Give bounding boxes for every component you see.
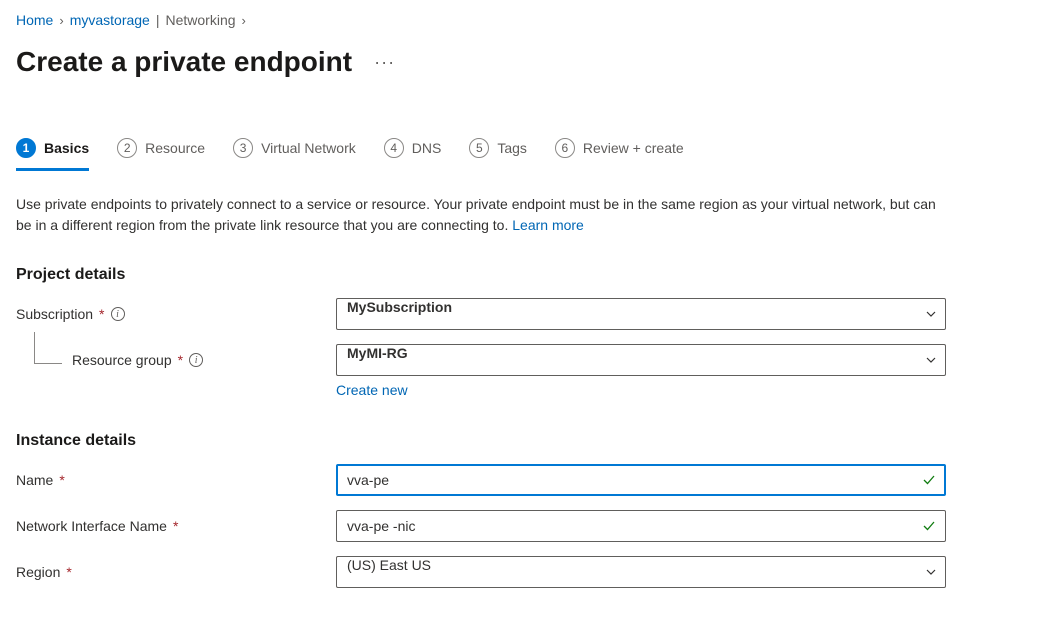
breadcrumb-resource[interactable]: myvastorage <box>70 12 150 28</box>
tab-step-number: 3 <box>233 138 253 158</box>
breadcrumb-separator-pipe: | <box>156 12 160 28</box>
name-label: Name * <box>16 472 336 488</box>
info-icon[interactable]: i <box>111 307 125 321</box>
required-indicator: * <box>66 564 71 580</box>
instance-details-heading: Instance details <box>16 432 1021 450</box>
name-input[interactable] <box>336 464 946 496</box>
breadcrumb-section: Networking <box>166 12 236 28</box>
project-details-heading: Project details <box>16 266 1021 284</box>
info-icon[interactable]: i <box>189 353 203 367</box>
subscription-select[interactable]: MySubscription <box>336 298 946 330</box>
tab-basics[interactable]: 1 Basics <box>16 138 89 171</box>
create-new-resource-group-link[interactable]: Create new <box>336 382 408 398</box>
resource-group-select[interactable]: MyMI-RG <box>336 344 946 376</box>
required-indicator: * <box>173 518 178 534</box>
breadcrumb-home[interactable]: Home <box>16 12 53 28</box>
tab-step-number: 6 <box>555 138 575 158</box>
tab-step-number: 1 <box>16 138 36 158</box>
breadcrumb: Home › myvastorage | Networking › <box>16 12 1021 28</box>
tree-connector-icon <box>34 332 62 364</box>
required-indicator: * <box>99 306 104 322</box>
tab-dns[interactable]: 4 DNS <box>384 138 442 171</box>
intro-text: Use private endpoints to privately conne… <box>16 194 936 236</box>
tab-resource[interactable]: 2 Resource <box>117 138 205 171</box>
tab-virtual-network[interactable]: 3 Virtual Network <box>233 138 356 171</box>
chevron-right-icon: › <box>242 13 246 28</box>
required-indicator: * <box>178 352 183 368</box>
region-select[interactable]: (US) East US <box>336 556 946 588</box>
tab-label: Review + create <box>583 140 684 156</box>
resource-group-label: Resource group * i <box>16 352 336 368</box>
tab-step-number: 5 <box>469 138 489 158</box>
required-indicator: * <box>59 472 64 488</box>
page-title: Create a private endpoint <box>16 46 352 78</box>
nic-name-input[interactable] <box>336 510 946 542</box>
subscription-label: Subscription * i <box>16 306 336 322</box>
intro-body: Use private endpoints to privately conne… <box>16 196 936 233</box>
region-label: Region * <box>16 564 336 580</box>
wizard-tabs: 1 Basics 2 Resource 3 Virtual Network 4 … <box>16 138 1021 172</box>
learn-more-link[interactable]: Learn more <box>512 217 584 233</box>
tab-tags[interactable]: 5 Tags <box>469 138 527 171</box>
nic-name-label: Network Interface Name * <box>16 518 336 534</box>
tab-label: Basics <box>44 140 89 156</box>
chevron-right-icon: › <box>59 13 63 28</box>
tab-label: Resource <box>145 140 205 156</box>
tab-label: Virtual Network <box>261 140 356 156</box>
tab-review-create[interactable]: 6 Review + create <box>555 138 684 171</box>
tab-label: DNS <box>412 140 442 156</box>
tab-step-number: 4 <box>384 138 404 158</box>
tab-label: Tags <box>497 140 527 156</box>
tab-step-number: 2 <box>117 138 137 158</box>
more-actions-button[interactable]: ··· <box>370 48 399 77</box>
